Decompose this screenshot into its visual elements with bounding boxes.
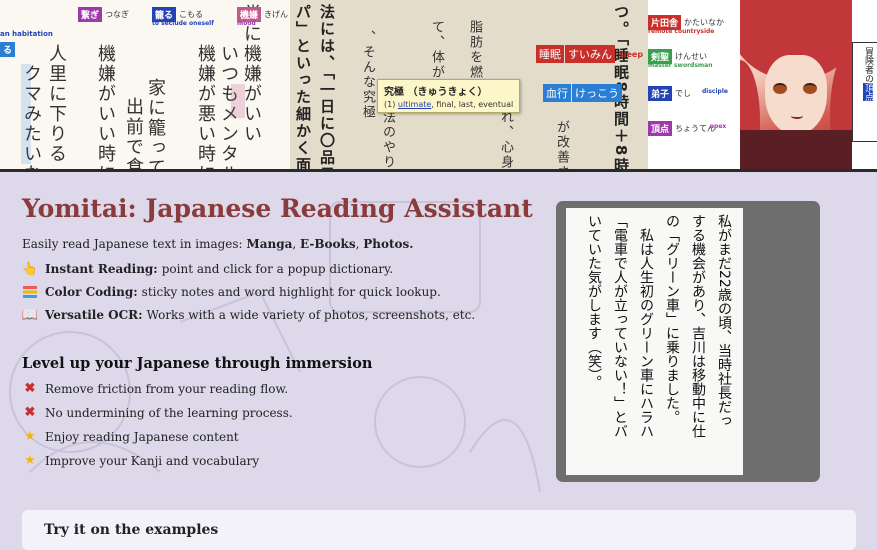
sticky-note[interactable]: 頂点 ちょうてん apex xyxy=(648,121,726,136)
text-column: 人里に下りる xyxy=(46,44,67,164)
highlighted-word[interactable]: 睡眠 すいみん sleep xyxy=(536,45,643,63)
text-column: パ」といった細かく面倒なル xyxy=(294,4,312,169)
sticky-note[interactable]: 弟子 でし disciple xyxy=(648,86,728,101)
feature-versatile-ocr: 📖 Versatile OCR: Works with a wide variet… xyxy=(21,307,476,323)
pointing-hand-icon: 👆 xyxy=(21,261,39,277)
benefit-item: ✖ No undermining of the learning process. xyxy=(22,405,293,420)
color-stripes-icon xyxy=(22,284,38,300)
page-title: Yomitai: Japanese Reading Assistant xyxy=(22,194,533,223)
text-column: が改善さ xyxy=(554,120,569,169)
examples-heading: Try it on the examples xyxy=(44,522,219,538)
text-column: れ、心身と xyxy=(498,110,513,169)
section-heading: Level up your Japanese through immersion xyxy=(22,355,373,372)
gloss-label: an habitation xyxy=(0,30,53,38)
benefit-item: ★ Improve your Kanji and vocabulary xyxy=(22,453,259,468)
highlighted-word[interactable]: 血行 けっこう xyxy=(543,84,622,102)
cross-icon: ✖ xyxy=(24,381,36,396)
text-column: 機嫌がいい時にど xyxy=(95,44,116,169)
sticky-note[interactable]: 機嫌 きげん mood xyxy=(237,7,288,27)
star-icon: ★ xyxy=(24,429,36,444)
manga-character-illustration xyxy=(740,0,852,169)
highlighted-word[interactable]: 頂点 xyxy=(863,83,873,101)
popup-headword: 究極 （きゅうきょく） xyxy=(384,87,488,98)
hero-banner: 常に機嫌がいい いつもメンタルが 機嫌が悪い時には 家に籠って読 出前で食い 機… xyxy=(0,0,877,172)
star-icon: ★ xyxy=(24,453,36,468)
text-column: 出前で食い xyxy=(123,97,144,169)
popup-definition: (1) ultimate, final, last, eventual xyxy=(384,100,514,109)
demo-vertical-text[interactable]: 私がまだ22歳の頃、当時社長だっ する機会があり、吉川は移動中に仕 の「グリーン… xyxy=(581,214,737,475)
speech-bubble[interactable]: 冒険者の頂点 xyxy=(852,42,877,142)
text-column: 法のやり方 xyxy=(380,110,395,169)
demo-reader-frame[interactable]: 私がまだ22歳の頃、当時社長だっ する機会があり、吉川は移動中に仕 の「グリーン… xyxy=(556,201,820,482)
sticky-note[interactable]: る xyxy=(0,42,16,57)
text-column: 法には、「一日に〇品目摂ら xyxy=(318,4,336,169)
book-icon: 📖 xyxy=(21,307,39,323)
dictionary-popup[interactable]: 究極 （きゅうきょく） (1) ultimate, final, last, e… xyxy=(377,79,521,113)
intro-text: Easily read Japanese text in images: Man… xyxy=(22,237,414,251)
demo-page[interactable]: 私がまだ22歳の頃、当時社長だっ する機会があり、吉川は移動中に仕 の「グリーン… xyxy=(566,208,743,475)
text-column: 機嫌が悪い時には xyxy=(195,44,216,169)
sticky-note[interactable]: 剣聖 けんせい master swordsman xyxy=(648,49,713,69)
feature-instant-reading: 👆 Instant Reading: point and click for a … xyxy=(21,261,394,277)
sticky-note[interactable]: 繋ぎ つなぎ xyxy=(78,7,129,22)
examples-card: Try it on the examples xyxy=(22,510,856,550)
sticky-note[interactable]: 籠る こもる to seclude oneself xyxy=(152,7,214,27)
sticky-note[interactable]: 片田舎 かたいなか remote countryside xyxy=(648,15,724,35)
feature-color-coding: Color Coding: sticky notes and word highl… xyxy=(22,284,441,300)
benefit-item: ★ Enjoy reading Japanese content xyxy=(22,429,238,444)
definition-link[interactable]: ultimate xyxy=(398,100,431,109)
ebook-example-panel[interactable]: 常に機嫌がいい いつもメンタルが 機嫌が悪い時には 家に籠って読 出前で食い 機… xyxy=(0,0,290,169)
benefit-item: ✖ Remove friction from your reading flow. xyxy=(22,381,289,396)
text-column: 、そんな究極 xyxy=(360,30,375,120)
text-column: 家に籠って読 xyxy=(145,78,166,169)
cross-icon: ✖ xyxy=(24,405,36,420)
